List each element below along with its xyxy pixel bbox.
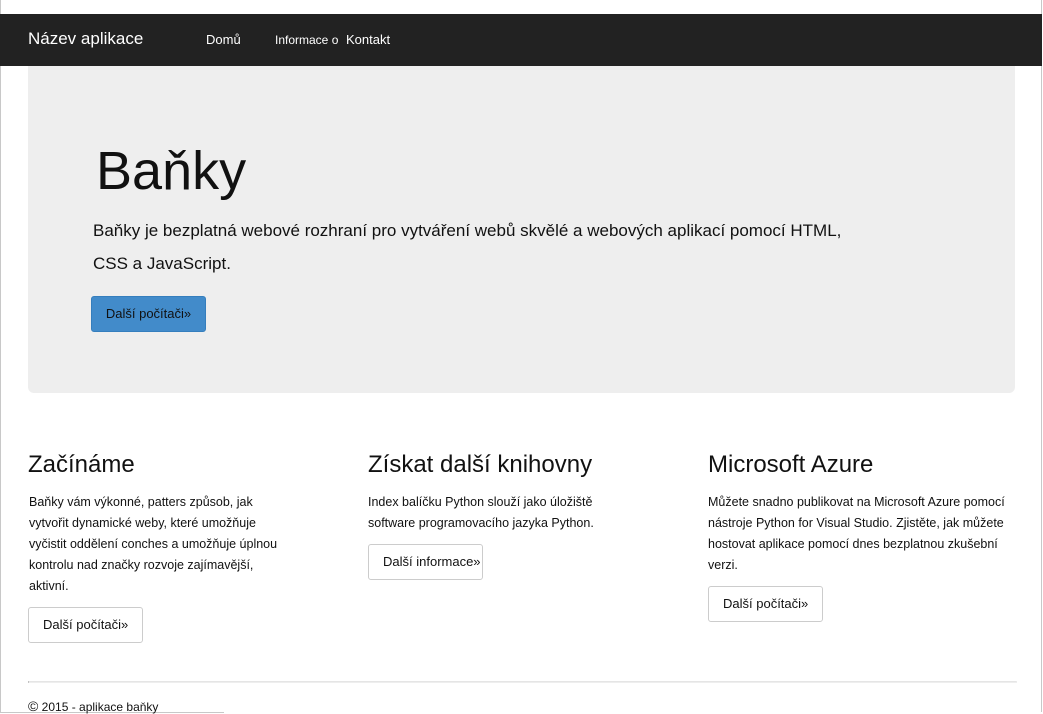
footer: © 2015 - aplikace baňky — [28, 698, 158, 714]
column-azure: Microsoft Azure Můžete snadno publikovat… — [708, 450, 1028, 622]
column-text: Můžete snadno publikovat na Microsoft Az… — [708, 495, 1005, 572]
column-text: Index balíčku Python slouží jako úložišt… — [368, 495, 594, 530]
getting-started-more-button[interactable]: Další počítači» — [28, 607, 143, 643]
azure-more-button[interactable]: Další počítači» — [708, 586, 823, 622]
nav-link-home[interactable]: Domů — [206, 32, 241, 47]
column-heading: Získat další knihovny — [368, 451, 593, 478]
column-heading: Microsoft Azure — [708, 451, 874, 478]
hero-lead-text: Baňky je bezplatná webové rozhraní pro v… — [93, 221, 842, 273]
column-heading: Začínáme — [28, 451, 135, 478]
column-libraries: Získat další knihovny Index balíčku Pyth… — [368, 450, 688, 580]
navbar: Název aplikace Domů Informace o Kontakt — [0, 14, 1042, 66]
jumbotron: Baňky Baňky je bezplatná webové rozhraní… — [28, 66, 1015, 393]
libraries-more-button[interactable]: Další informace» — [368, 544, 483, 580]
column-getting-started: Začínáme Baňky vám výkonné, patters způs… — [28, 450, 348, 643]
copyright-symbol: © — [28, 698, 39, 714]
nav-link-about[interactable]: Informace o — [275, 33, 338, 47]
footer-divider — [28, 681, 1017, 683]
column-text: Baňky vám výkonné, patters způsob, jak v… — [29, 495, 278, 593]
navbar-brand[interactable]: Název aplikace — [28, 29, 143, 49]
hero-learn-more-button[interactable]: Další počítači» — [91, 296, 206, 332]
footer-text: 2015 - aplikace baňky — [41, 700, 159, 714]
nav-link-contact[interactable]: Kontakt — [346, 32, 390, 47]
hero-title: Baňky — [96, 141, 247, 201]
